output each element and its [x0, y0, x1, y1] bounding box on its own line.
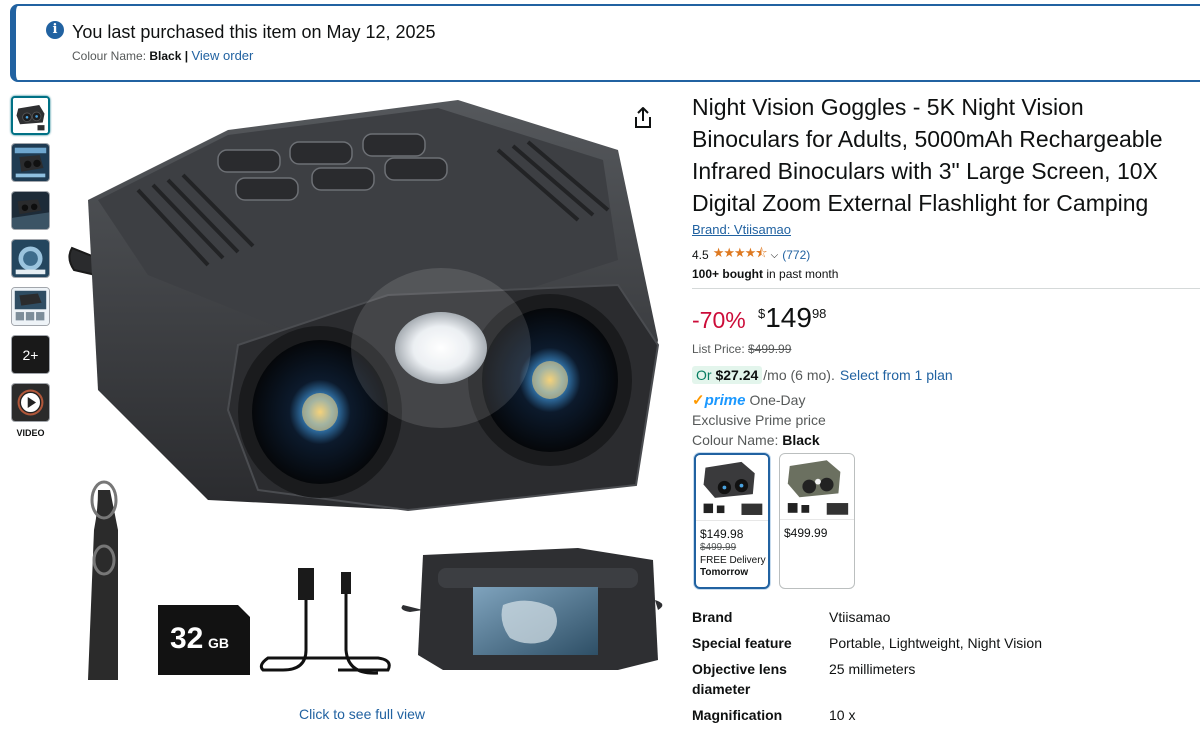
thumbnail-4[interactable]: [11, 239, 50, 278]
main-product-image[interactable]: 32 GB: [58, 90, 673, 690]
thumbnail-video[interactable]: [11, 383, 50, 422]
chevron-down-icon[interactable]: ⌵: [771, 250, 779, 261]
screen-view-thumbnail-image: [12, 240, 49, 277]
swatch-delivery-text: FREE Delivery: [700, 555, 766, 566]
sd-card-image: 32 GB: [158, 605, 250, 675]
specs-infographic-thumbnail-image: [12, 144, 49, 181]
banner-title: You last purchased this item on May 12, …: [72, 22, 436, 42]
more-images-count: 2+: [12, 336, 49, 373]
spec-value: 10 x: [829, 707, 856, 723]
installment-badge: Or $27.24: [692, 366, 763, 384]
swatch-green-image: [780, 454, 854, 520]
bought-in-past-month: 100+ bought in past month: [692, 267, 838, 281]
list-price: List Price: $499.99: [692, 342, 791, 356]
colour-selection-label: Colour Name: Black: [692, 432, 820, 448]
swatch-delivery-day: Tomorrow: [700, 567, 749, 578]
price-currency: $: [758, 306, 766, 321]
banner-colour-value: Black: [149, 49, 182, 63]
brand-link[interactable]: Brand: Vtiisamao: [692, 222, 791, 237]
prime-check-icon: ✓: [692, 392, 705, 409]
info-icon: i: [46, 21, 64, 39]
colour-swatch-green[interactable]: $499.99: [779, 453, 855, 589]
thumbnail-2[interactable]: [11, 143, 50, 182]
swatch-black-price: $149.98: [700, 527, 744, 541]
installment-amount: $27.24: [715, 367, 759, 383]
spec-value: 25 millimeters: [829, 661, 916, 677]
spec-key: Magnification: [692, 707, 783, 723]
price-fraction: 98: [811, 306, 827, 321]
thumbnail-3[interactable]: [11, 191, 50, 230]
colour-value: Black: [782, 432, 820, 448]
price-whole: 149: [765, 302, 812, 333]
review-count-link[interactable]: (772): [782, 248, 810, 262]
list-price-label: List Price:: [692, 342, 749, 356]
thumbnail-5[interactable]: [11, 287, 50, 326]
prime-logo: prime: [704, 391, 746, 409]
spec-value: Portable, Lightweight, Night Vision: [829, 635, 1042, 651]
list-price-value: $499.99: [748, 342, 792, 356]
star-rating-icon[interactable]: ★★★★⯪: [713, 244, 768, 266]
installment-offer: Or $27.24 /mo (6 mo). Select from 1 plan: [692, 366, 953, 384]
swatch-black-image: [696, 455, 768, 521]
thumbnail-more[interactable]: 2+: [11, 335, 50, 374]
exclusive-prime-price: Exclusive Prime price: [692, 412, 826, 428]
colour-label: Colour Name:: [692, 432, 783, 448]
rating-value: 4.5: [692, 248, 709, 262]
spec-key: Special feature: [692, 635, 792, 651]
product-title: Night Vision Goggles - 5K Night Vision B…: [692, 94, 1163, 216]
sd-card-capacity: 32: [170, 622, 203, 655]
rating-row: 4.5 ★★★★⯪ ⌵ (772): [692, 244, 810, 266]
installment-or: Or: [696, 367, 716, 383]
banner-subtitle: Colour Name: Black | View order: [72, 48, 253, 63]
colour-swatch-black[interactable]: $149.98 $499.99 FREE Delivery Tomorrow: [694, 453, 770, 589]
binoculars-thumbnail-image: [13, 98, 48, 133]
prime-delivery-speed: One-Day: [749, 392, 806, 408]
swatch-black-old-price: $499.99: [700, 542, 737, 553]
prime-badge: ✓ prime One-Day: [692, 391, 806, 410]
swatch-green-price: $499.99: [784, 526, 828, 540]
banner-separator: |: [184, 49, 189, 63]
share-icon[interactable]: [632, 106, 654, 130]
video-label: VIDEO: [16, 428, 45, 438]
purchase-history-banner: i You last purchased this item on May 12…: [10, 4, 1200, 82]
discount-percentage: -70%: [692, 307, 746, 333]
sd-card-unit: GB: [208, 635, 229, 651]
view-order-link[interactable]: View order: [191, 48, 253, 63]
video-play-icon: [12, 384, 49, 421]
bought-period: in past month: [763, 267, 839, 281]
spec-key: Objective lens diameter: [692, 661, 787, 697]
banner-colour-label: Colour Name:: [72, 49, 147, 63]
current-price: $14998: [758, 302, 826, 334]
bought-count: 100+ bought: [692, 267, 764, 281]
installment-term: /mo (6 mo).: [763, 367, 835, 383]
full-view-link[interactable]: Click to see full view: [299, 706, 425, 722]
night-vision-binoculars-image: 32 GB: [68, 100, 663, 680]
section-divider: [692, 288, 1200, 289]
night-scene-thumbnail-image: [12, 192, 49, 229]
spec-value: Vtiisamao: [829, 609, 891, 625]
features-thumbnail-image: [12, 288, 49, 325]
select-plan-link[interactable]: Select from 1 plan: [840, 367, 953, 383]
thumbnail-1[interactable]: [11, 96, 50, 135]
swatch-black-delivery: FREE Delivery Tomorrow: [700, 555, 768, 579]
spec-key: Brand: [692, 609, 733, 625]
